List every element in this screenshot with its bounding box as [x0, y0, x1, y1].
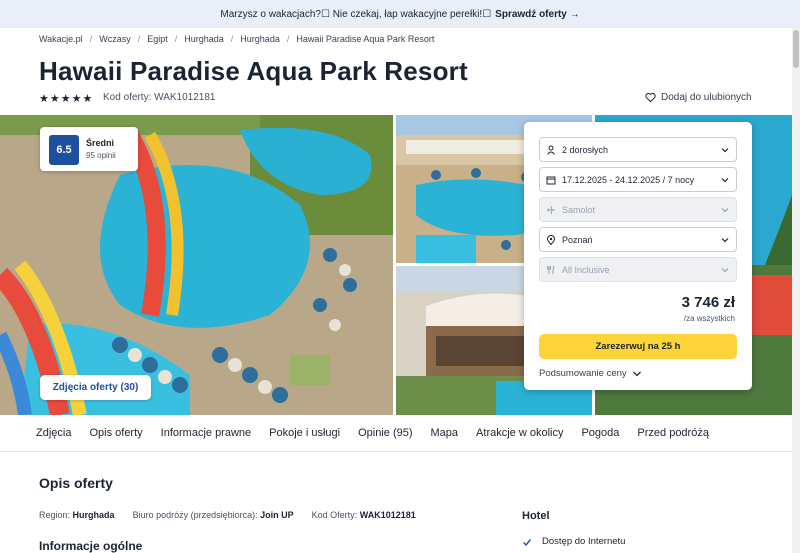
hotel-heading: Hotel [522, 510, 550, 522]
heart-icon [645, 92, 656, 103]
star-icon: ★ [49, 93, 60, 105]
travelers-select[interactable]: 2 dorosłych [539, 137, 737, 162]
general-info-heading: Informacje ogólne [39, 539, 143, 553]
offer-meta: Region: Hurghada Biuro podróży (przedsię… [39, 510, 416, 520]
rating-label: Średni [86, 138, 115, 148]
departure-select[interactable]: Poznań [539, 227, 737, 252]
location-pin-icon [546, 234, 556, 245]
code-label: Kod Oferty: [311, 510, 358, 520]
add-to-favorites-button[interactable]: Dodaj do ulubionych [645, 92, 752, 103]
breadcrumb-item[interactable]: Hurghada [240, 34, 280, 44]
amenity-item: Dostęp do Internetu [522, 536, 625, 547]
star-icon: ★ [39, 93, 49, 105]
star-icon: ★ [60, 93, 71, 105]
agency-value: Join UP [260, 510, 294, 520]
chevron-down-icon [721, 238, 729, 243]
code-info: Kod Oferty: WAK1012181 [312, 510, 416, 520]
chevron-down-icon [721, 208, 729, 213]
rating-count: 95 opinii [86, 151, 116, 160]
tab-photos[interactable]: Zdjęcia [36, 427, 71, 439]
breadcrumb-separator: / [230, 34, 234, 44]
breadcrumb-item[interactable]: Wakacje.pl [39, 34, 83, 44]
page-title: Hawaii Paradise Aqua Park Resort [39, 56, 468, 86]
favorites-label: Dodaj do ulubionych [661, 92, 752, 103]
promo-banner[interactable]: Marzysz o wakacjach?☐ Nie czekaj, łap wa… [0, 0, 800, 28]
dates-select[interactable]: 17.12.2025 - 24.12.2025 / 7 nocy [539, 167, 737, 192]
star-rating: ★ ★ ★ ★ ★ [39, 92, 92, 105]
chevron-down-icon [632, 371, 641, 376]
tab-reviews[interactable]: Opinie (95) [358, 427, 412, 439]
agency-info: Biuro podróży (przedsiębiorca): Join UP [133, 510, 294, 520]
region-label: Region: [39, 510, 71, 520]
agency-label: Biuro podróży (przedsiębiorca): [132, 510, 258, 520]
tab-weather[interactable]: Pogoda [581, 427, 619, 439]
rating-card[interactable]: 6.5 Średni 95 opinii [40, 127, 138, 171]
region-value: Hurghada [72, 510, 115, 520]
scrollbar-thumb[interactable] [793, 30, 799, 68]
plane-icon [547, 205, 555, 214]
breadcrumb-item[interactable]: Egipt [147, 34, 168, 44]
star-icon: ★ [82, 93, 93, 105]
chevron-down-icon [721, 268, 729, 273]
transport-value: Samolot [562, 204, 596, 215]
promo-text: Marzysz o wakacjach?☐ Nie czekaj, łap wa… [220, 8, 492, 20]
calendar-icon [546, 176, 556, 184]
booking-panel: 2 dorosłych 17.12.2025 - 24.12.2025 / 7 … [524, 122, 752, 390]
amenity-label: Dostęp do Internetu [542, 536, 626, 547]
transport-select[interactable]: Samolot [539, 197, 737, 222]
breadcrumb-item[interactable]: Hurghada [184, 34, 224, 44]
checkmark-icon [523, 538, 532, 546]
breadcrumb-separator: / [286, 34, 290, 44]
board-select[interactable]: All Inclusive [539, 257, 737, 282]
offer-code: Kod oferty: WAK1012181 [103, 92, 216, 103]
rating-score: 6.5 [49, 135, 79, 165]
departure-value: Poznań [562, 234, 593, 245]
price-note: /za wszystkich [683, 314, 735, 323]
price-summary-label: Podsumowanie ceny [539, 368, 627, 379]
tab-description[interactable]: Opis oferty [89, 427, 142, 439]
section-heading: Opis oferty [39, 475, 113, 491]
breadcrumb-separator: / [137, 34, 141, 44]
offer-photos-button[interactable]: Zdjęcia oferty (30) [40, 375, 151, 400]
offer-tabs: Zdjęcia Opis oferty Informacje prawne Po… [0, 415, 792, 452]
cutlery-icon [547, 265, 555, 274]
chevron-down-icon [721, 178, 729, 183]
board-value: All Inclusive [562, 264, 610, 275]
travelers-value: 2 dorosłych [562, 144, 609, 155]
book-button[interactable]: Zarezerwuj na 25 h [539, 334, 737, 359]
breadcrumb-current: Hawaii Paradise Aqua Park Resort [296, 34, 435, 44]
tab-rooms-services[interactable]: Pokoje i usługi [269, 427, 340, 439]
tab-map[interactable]: Mapa [431, 427, 459, 439]
breadcrumb-item[interactable]: Wczasy [99, 34, 131, 44]
promo-cta-link[interactable]: Sprawdź oferty → [495, 9, 579, 20]
chevron-down-icon [721, 148, 729, 153]
price-summary-toggle[interactable]: Podsumowanie ceny [539, 368, 642, 379]
star-icon: ★ [71, 93, 82, 105]
tab-legal-info[interactable]: Informacje prawne [161, 427, 252, 439]
dates-value: 17.12.2025 - 24.12.2025 / 7 nocy [562, 174, 695, 185]
region-info: Region: Hurghada [39, 510, 115, 520]
tab-before-trip[interactable]: Przed podróżą [637, 427, 709, 439]
breadcrumb: Wakacje.pl / Wczasy / Egipt / Hurghada / Hur… [39, 34, 434, 44]
tab-attractions[interactable]: Atrakcje w okolicy [476, 427, 563, 439]
total-price: 3 746 zł [681, 294, 735, 311]
breadcrumb-separator: / [174, 34, 178, 44]
breadcrumb-separator: / [89, 34, 93, 44]
code-value: WAK1012181 [359, 510, 416, 520]
person-icon [547, 145, 555, 155]
